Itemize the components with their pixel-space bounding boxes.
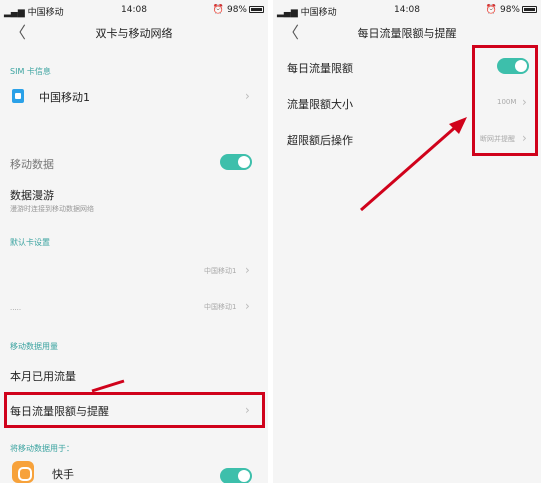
default-section-header: 默认卡设置 [10, 238, 50, 247]
roaming-subtitle: 漫游时连接到移动数据网络 [10, 205, 94, 213]
mobile-data-label: 移动数据 [10, 158, 54, 171]
sim1-label: 中国移动1 [39, 91, 90, 104]
battery-icon [522, 6, 537, 13]
alarm-icon: ⏰ [212, 5, 227, 15]
navbar: 〈 双卡与移动网络 [0, 20, 268, 46]
right-screen: ▂▄▆ 中国移动 14:08 ⏰ 98% 〈 每日流量限额与提醒 每日流量限额 … [273, 0, 541, 483]
highlight-box [472, 45, 538, 156]
month-used-label: 本月已用流量 [10, 370, 76, 383]
page-title: 双卡与移动网络 [95, 27, 173, 40]
sim-card-icon [12, 89, 24, 103]
arrow-annotation-icon [91, 379, 125, 393]
chevron-right-icon: › [245, 299, 250, 313]
default-row-2-dots: ..... [10, 304, 22, 312]
chevron-right-icon: › [245, 263, 250, 277]
kuaishou-app-icon [12, 461, 34, 483]
default-value-2: 中国移动1 [204, 303, 237, 311]
limit-size-label: 流量限额大小 [287, 98, 353, 111]
status-bar: ▂▄▆ 中国移动 14:08 ⏰ 98% [0, 0, 268, 20]
alarm-icon: ⏰ [485, 5, 500, 15]
default-value-1: 中国移动1 [204, 267, 237, 275]
highlight-box [4, 392, 265, 428]
chevron-right-icon: › [245, 89, 250, 103]
app-name: 快手 [52, 468, 74, 481]
navbar: 〈 每日流量限额与提醒 [273, 20, 541, 46]
status-bar: ▂▄▆ 中国移动 14:08 ⏰ 98% [273, 0, 541, 20]
roaming-label: 数据漫游 [10, 189, 54, 202]
daily-limit-label: 每日流量限额 [287, 62, 353, 75]
battery-icon [249, 6, 264, 13]
left-screen: ▂▄▆ 中国移动 14:08 ⏰ 98% 〈 双卡与移动网络 SIM 卡信息 中… [0, 0, 268, 483]
mobile-data-toggle[interactable] [220, 154, 252, 170]
page-title: 每日流量限额与提醒 [357, 27, 457, 40]
over-action-label: 超限额后操作 [287, 134, 353, 147]
app-data-toggle[interactable] [220, 468, 252, 483]
usage-section-header: 移动数据用量 [10, 342, 58, 351]
battery-indicator: ⏰ 98% [486, 5, 537, 15]
sim-section-header: SIM 卡信息 [10, 67, 51, 76]
battery-indicator: ⏰ 98% [213, 5, 264, 15]
use-for-section-header: 将移动数据用于： [10, 444, 74, 453]
arrow-annotation-icon [360, 117, 467, 212]
